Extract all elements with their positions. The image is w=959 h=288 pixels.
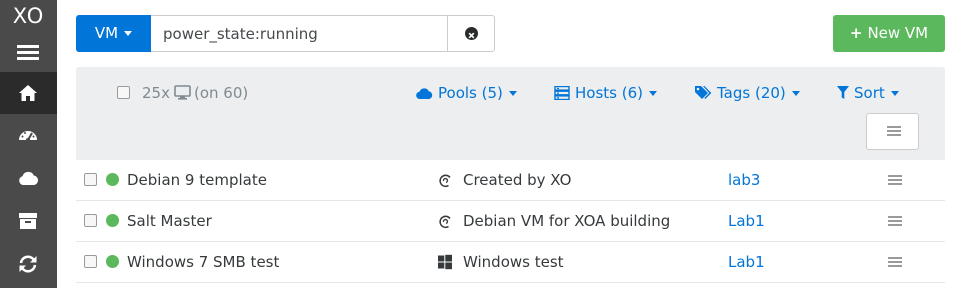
home-icon (19, 85, 37, 101)
row-checkbox[interactable] (84, 255, 97, 268)
sort-dropdown[interactable]: Sort (837, 84, 899, 102)
vm-host-link[interactable]: Lab1 (728, 212, 765, 230)
row-menu-icon[interactable] (888, 175, 902, 186)
vm-type-label: VM (94, 24, 119, 42)
vm-host-link[interactable]: lab3 (728, 171, 760, 189)
chevron-down-icon (890, 91, 899, 96)
server-icon (554, 85, 570, 101)
row-checkbox[interactable] (84, 173, 97, 186)
vm-host-link[interactable]: Lab1 (728, 253, 765, 271)
menu-icon (887, 126, 901, 137)
pools-label: Pools (5) (438, 84, 503, 102)
table-row[interactable]: Windows 7 SMB test Windows test Lab1 (76, 242, 945, 283)
new-vm-label: New VM (867, 24, 929, 42)
refresh-icon (19, 255, 37, 273)
clear-filter-button[interactable] (447, 15, 495, 52)
cloud-icon (416, 88, 433, 100)
vm-type-dropdown[interactable]: VM (76, 15, 151, 52)
sidebar: XO (0, 0, 57, 288)
hosts-filter-dropdown[interactable]: Hosts (6) (554, 84, 657, 102)
filter-input[interactable] (151, 15, 448, 52)
sidebar-item-home[interactable] (0, 72, 57, 114)
row-menu-icon[interactable] (888, 216, 902, 227)
table-row[interactable]: Salt Master Debian VM for XOA building L… (76, 201, 945, 242)
vm-count: 25x (on 60) (142, 84, 248, 102)
vm-name[interactable]: Windows 7 SMB test (127, 253, 279, 271)
app-logo[interactable]: XO (0, 4, 57, 28)
row-menu-icon[interactable] (888, 257, 902, 268)
plus-icon: + (849, 24, 863, 42)
dashboard-icon (19, 131, 37, 142)
vm-description[interactable]: Windows test (463, 253, 564, 271)
close-circle-icon (465, 27, 478, 40)
hosts-label: Hosts (6) (575, 84, 643, 102)
running-status-icon (106, 255, 119, 268)
vm-name[interactable]: Salt Master (127, 212, 212, 230)
row-checkbox[interactable] (84, 214, 97, 227)
debian-icon (439, 174, 451, 187)
sidebar-item-updates[interactable] (0, 243, 57, 285)
cloud-icon (19, 171, 39, 185)
filter-icon (837, 86, 849, 99)
count-total: (on 60) (193, 84, 249, 102)
list-header (76, 67, 945, 160)
chevron-down-icon (648, 91, 657, 96)
tags-icon (695, 86, 712, 99)
select-all-checkbox[interactable] (117, 86, 130, 99)
vm-description[interactable]: Debian VM for XOA building (463, 212, 670, 230)
chevron-down-icon (791, 91, 800, 96)
debian-icon (439, 215, 451, 228)
running-status-icon (106, 214, 119, 227)
new-vm-button[interactable]: + New VM (833, 15, 945, 52)
windows-icon (438, 254, 452, 270)
pools-filter-dropdown[interactable]: Pools (5) (415, 84, 517, 102)
archive-icon (19, 213, 37, 229)
sort-label: Sort (854, 84, 885, 102)
running-status-icon (106, 173, 119, 186)
chevron-down-icon (508, 91, 517, 96)
count-label: 25x (142, 84, 170, 102)
menu-toggle-icon[interactable] (17, 45, 39, 61)
sidebar-item-backup[interactable] (0, 200, 57, 242)
sidebar-item-cloud[interactable] (0, 157, 57, 199)
tags-filter-dropdown[interactable]: Tags (20) (694, 84, 800, 102)
desktop-icon (174, 85, 191, 100)
bulk-actions-button[interactable] (866, 113, 919, 150)
sidebar-item-dashboard[interactable] (0, 115, 57, 157)
table-row[interactable]: Debian 9 template Created by XO lab3 (76, 160, 945, 201)
tags-label: Tags (20) (717, 84, 786, 102)
chevron-down-icon (124, 31, 133, 36)
vm-name[interactable]: Debian 9 template (127, 171, 267, 189)
vm-description[interactable]: Created by XO (463, 171, 571, 189)
